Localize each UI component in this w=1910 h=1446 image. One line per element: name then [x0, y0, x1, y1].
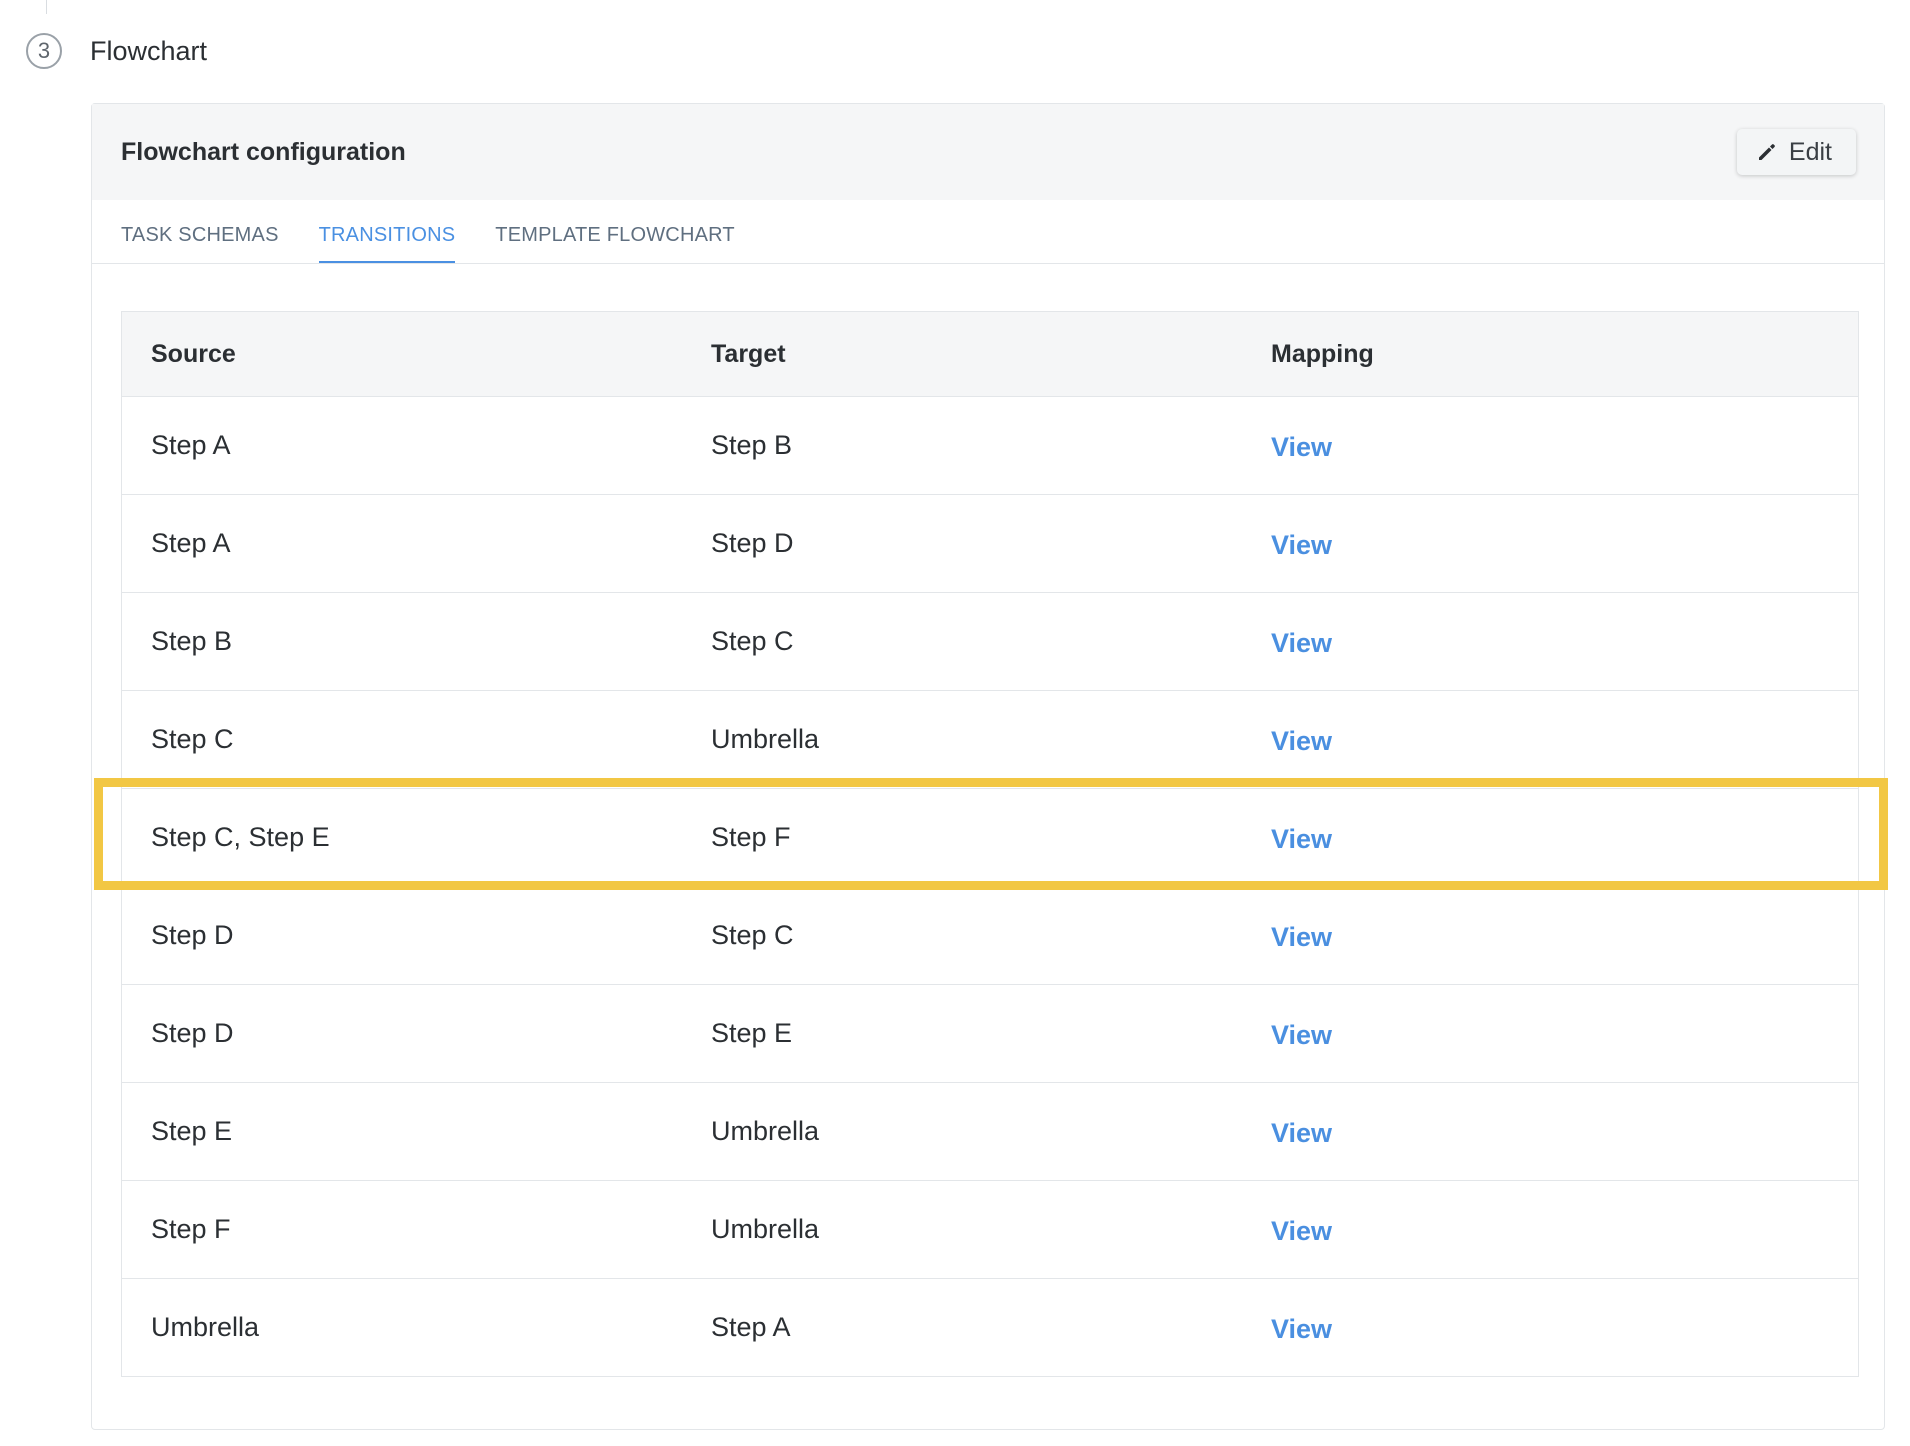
- view-mapping-link[interactable]: View: [1271, 922, 1332, 952]
- view-mapping-link[interactable]: View: [1271, 1314, 1332, 1344]
- target-cell: Step C: [711, 920, 794, 950]
- view-mapping-link[interactable]: View: [1271, 628, 1332, 658]
- table-row: Step D Step E View: [122, 984, 1858, 1082]
- table-row: Step A Step D View: [122, 494, 1858, 592]
- table-row: Step F Umbrella View: [122, 1180, 1858, 1278]
- pencil-icon: [1758, 144, 1775, 160]
- column-header-mapping: Mapping: [1271, 339, 1374, 368]
- tab-template-flowchart[interactable]: TEMPLATE FLOWCHART: [495, 224, 735, 263]
- view-mapping-link[interactable]: View: [1271, 824, 1332, 854]
- target-cell: Umbrella: [711, 1214, 820, 1244]
- view-mapping-link[interactable]: View: [1271, 432, 1332, 462]
- table-row: Step E Umbrella View: [122, 1082, 1858, 1180]
- source-cell: Step C, Step E: [151, 822, 330, 852]
- source-cell: Umbrella: [151, 1312, 260, 1342]
- tab-transitions[interactable]: TRANSITIONS: [318, 224, 456, 263]
- column-header-target: Target: [711, 339, 786, 368]
- table-header-row: Source Target Mapping: [122, 312, 1858, 396]
- tab-task-schemas[interactable]: TASK SCHEMAS: [121, 224, 279, 263]
- target-cell: Step F: [711, 822, 791, 852]
- source-cell: Step D: [151, 1018, 234, 1048]
- step-header: 3 Flowchart: [26, 30, 207, 72]
- source-cell: Step A: [151, 430, 231, 460]
- table-row: Umbrella Step A View: [122, 1278, 1858, 1376]
- step-title: Flowchart: [90, 35, 208, 66]
- source-cell: Step B: [151, 626, 233, 656]
- edit-button-label: Edit: [1788, 137, 1832, 166]
- source-cell: Step D: [151, 920, 234, 950]
- target-cell: Umbrella: [711, 724, 820, 754]
- column-header-source: Source: [151, 339, 236, 368]
- view-mapping-link[interactable]: View: [1271, 1216, 1332, 1246]
- target-cell: Step B: [711, 430, 793, 460]
- source-cell: Step E: [151, 1116, 233, 1146]
- source-cell: Step C: [151, 724, 234, 754]
- flowchart-configuration-card: Flowchart configuration Edit TASK SCHEMA…: [91, 103, 1885, 1430]
- tab-bar: TASK SCHEMAS TRANSITIONS TEMPLATE FLOWCH…: [92, 200, 1884, 264]
- target-cell: Umbrella: [711, 1116, 820, 1146]
- view-mapping-link[interactable]: View: [1271, 726, 1332, 756]
- step-number-badge: 3: [26, 33, 62, 69]
- source-cell: Step F: [151, 1214, 231, 1244]
- table-row: Step D Step C View: [122, 886, 1858, 984]
- page: 3 Flowchart Flowchart configuration Edit…: [0, 0, 1910, 1446]
- target-cell: Step A: [711, 1312, 791, 1342]
- transitions-table: Source Target Mapping Step A Step B View…: [121, 311, 1859, 1377]
- target-cell: Step D: [711, 528, 794, 558]
- card-title: Flowchart configuration: [121, 137, 406, 166]
- step-connector-line: [46, 0, 47, 14]
- source-cell: Step A: [151, 528, 231, 558]
- card-header: Flowchart configuration Edit: [92, 104, 1884, 200]
- target-cell: Step C: [711, 626, 794, 656]
- edit-button[interactable]: Edit: [1736, 129, 1856, 175]
- table-row: Step C Umbrella View: [122, 690, 1858, 788]
- table-row: Step C, Step E Step F View: [122, 788, 1858, 886]
- table-row: Step A Step B View: [122, 396, 1858, 494]
- target-cell: Step E: [711, 1018, 793, 1048]
- table-row: Step B Step C View: [122, 592, 1858, 690]
- view-mapping-link[interactable]: View: [1271, 1118, 1332, 1148]
- view-mapping-link[interactable]: View: [1271, 530, 1332, 560]
- view-mapping-link[interactable]: View: [1271, 1020, 1332, 1050]
